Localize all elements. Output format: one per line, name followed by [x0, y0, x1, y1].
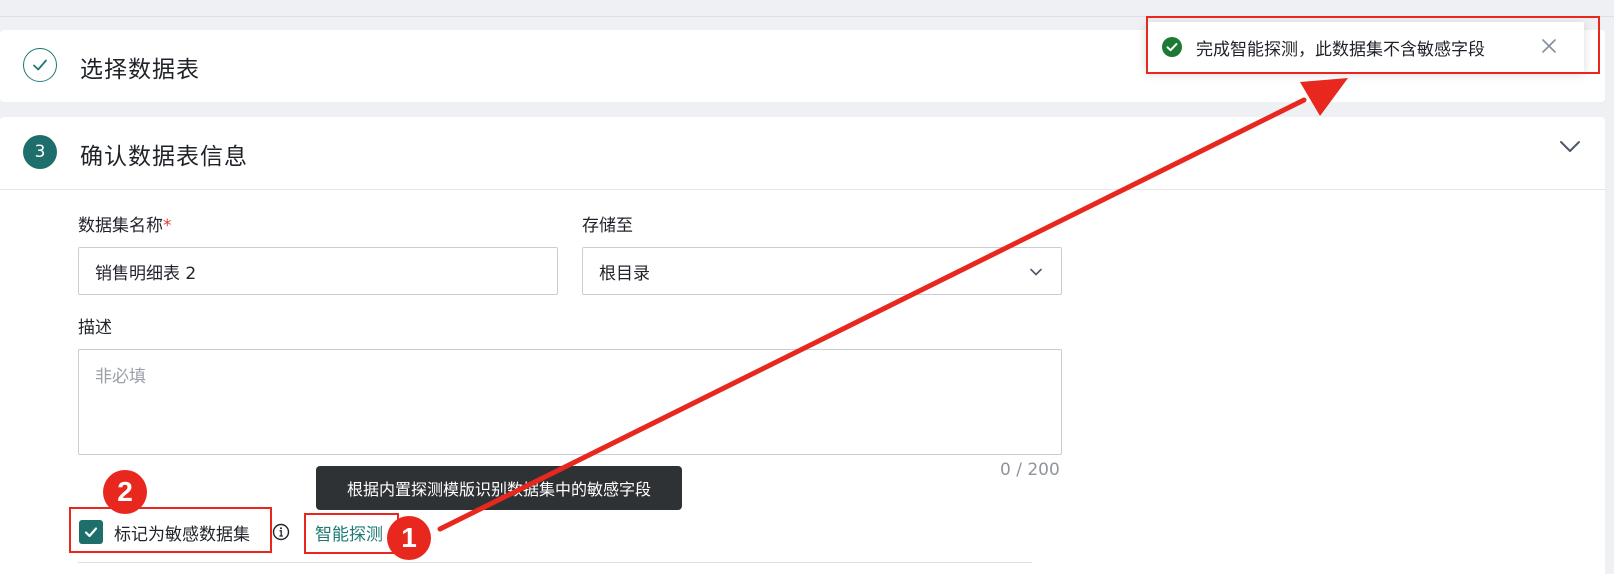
step-number-badge: 3 [23, 135, 57, 169]
dataset-name-label: 数据集名称* [78, 216, 172, 236]
annotation-badge-1: 1 [387, 516, 431, 560]
step-title: 选择数据表 [80, 57, 200, 83]
step-card-confirm-info: 3 确认数据表信息 [0, 117, 1605, 574]
chevron-down-icon[interactable] [1559, 139, 1581, 158]
smart-detect-tooltip: 根据内置探测模版识别数据集中的敏感字段 [316, 466, 682, 510]
storage-label: 存储至 [582, 216, 633, 236]
chevron-down-icon [1029, 264, 1043, 284]
annotation-highlight-smart-detect [304, 513, 399, 554]
annotation-badge-2: 2 [103, 470, 147, 514]
dataset-name-input[interactable]: 销售明细表 2 [78, 247, 558, 295]
description-label: 描述 [78, 318, 112, 338]
storage-select[interactable]: 根目录 [582, 247, 1062, 295]
dataset-name-value: 销售明细表 2 [95, 263, 197, 284]
step-done-check-icon [23, 48, 57, 82]
annotation-highlight-checkbox [69, 507, 272, 553]
description-placeholder: 非必填 [95, 367, 146, 387]
divider [78, 562, 1032, 563]
step-title: 确认数据表信息 [80, 144, 248, 170]
info-icon[interactable] [272, 523, 290, 545]
annotation-highlight-toast [1146, 16, 1600, 74]
description-char-counter: 0 / 200 [1000, 460, 1060, 480]
description-textarea[interactable]: 非必填 [78, 349, 1062, 455]
divider [0, 189, 1605, 190]
storage-value: 根目录 [599, 263, 650, 284]
required-mark: * [163, 216, 172, 236]
